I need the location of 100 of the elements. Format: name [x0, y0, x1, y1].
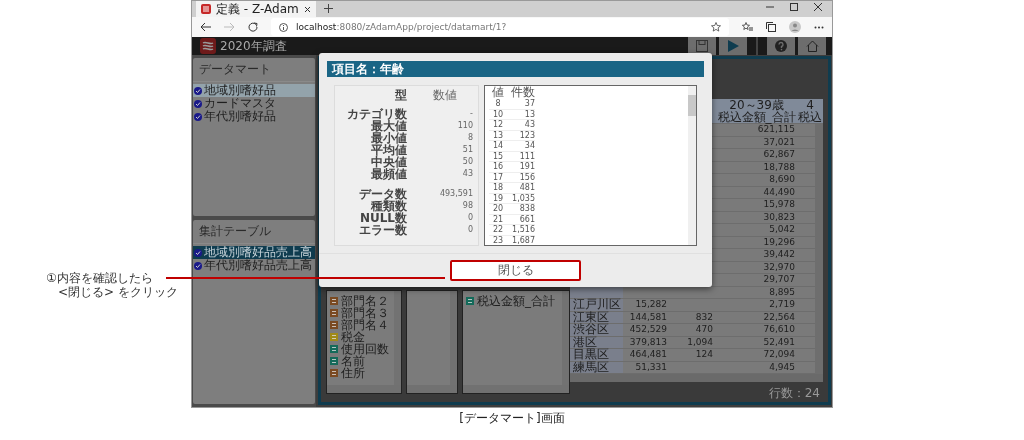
stat-label: エラー数	[358, 224, 407, 236]
tab-title: 定義 - Z-Adam	[216, 2, 299, 16]
field-item[interactable]: 部門名３	[327, 307, 394, 319]
table-cell: 37	[507, 99, 535, 110]
table-cell: 20	[489, 204, 507, 215]
field-item[interactable]: 名前	[327, 355, 394, 367]
table-cell: 123	[507, 130, 535, 141]
scrollbar[interactable]	[570, 374, 823, 382]
minimize-icon[interactable]	[766, 3, 774, 11]
scrollbar[interactable]	[327, 385, 401, 393]
profile-icon[interactable]	[789, 21, 801, 33]
table-cell: 470	[695, 324, 713, 334]
table-cell: 464,481	[629, 349, 667, 359]
table-cell: 76,610	[763, 324, 795, 334]
table-cell: 江東区	[573, 309, 609, 324]
star-icon[interactable]	[711, 22, 721, 32]
table-cell: 13	[489, 130, 507, 141]
table-cell: 10	[489, 109, 507, 120]
save-button[interactable]	[688, 37, 716, 55]
maximize-icon[interactable]	[790, 3, 798, 11]
stat-label: 最頻値	[370, 168, 407, 180]
scrollbar[interactable]	[688, 86, 696, 245]
forward-arrow-icon[interactable]	[224, 22, 235, 32]
stat-value: 51	[461, 144, 473, 156]
scrollbar[interactable]	[450, 291, 457, 385]
back-arrow-icon[interactable]	[200, 22, 211, 32]
field-item[interactable]: 税込金額_合計	[463, 295, 562, 307]
column-header: 値	[491, 86, 505, 99]
table-cell: 8,895	[769, 286, 795, 297]
field-item[interactable]: 住所	[327, 367, 394, 379]
field-type-icon	[466, 297, 474, 305]
table-cell: 661	[507, 214, 535, 225]
panel-title: 集計テーブル	[193, 220, 315, 244]
table-cell: 124	[695, 349, 713, 359]
table-cell: 32,970	[763, 261, 795, 272]
table-cell: 5,042	[769, 224, 795, 234]
table-cell: 37,021	[763, 136, 795, 147]
sidebar-item[interactable]: 地域別嗜好品売上高	[193, 246, 315, 259]
dialog-title: 項目名：年齢	[327, 61, 704, 77]
table-cell: 2,719	[769, 299, 795, 309]
favorites-icon[interactable]	[742, 22, 753, 32]
field-type-icon	[330, 333, 338, 341]
field-item[interactable]: 部門名２	[327, 295, 394, 307]
sidebar-item[interactable]: 地域別嗜好品	[193, 84, 315, 97]
field-type-icon	[330, 321, 338, 329]
table-cell: 4,945	[769, 361, 795, 372]
app-logo-icon	[200, 38, 216, 54]
field-type-icon	[330, 345, 338, 353]
stat-value: 493,591	[438, 188, 473, 200]
table-cell: 156	[507, 172, 535, 183]
app-logo-icon	[201, 4, 211, 14]
address-field[interactable]: localhost:8080/zAdamApp/project/datamart/1?	[271, 18, 729, 36]
table-cell: 43	[507, 120, 535, 131]
scrollbar[interactable]	[407, 385, 457, 393]
check-circle-icon	[194, 261, 202, 270]
stat-label: 最小値	[370, 132, 407, 144]
close-icon[interactable]	[304, 5, 311, 13]
table-cell: 13	[507, 109, 535, 120]
close-icon[interactable]	[814, 3, 822, 11]
table-cell: 1,094	[687, 336, 713, 347]
sidebar-item[interactable]: カードマスタ	[193, 97, 315, 110]
sidebar-item[interactable]: 年代別嗜好品	[193, 110, 315, 123]
scrollbar[interactable]	[463, 385, 569, 393]
stat-label: 種類数	[371, 200, 407, 212]
table-cell: 16	[489, 162, 507, 173]
browser-tab[interactable]: 定義 - Z-Adam	[196, 1, 316, 17]
table-cell: 62,867	[763, 149, 795, 159]
callout-text: ①内容を確認したら <閉じる> をクリック	[46, 271, 178, 299]
column-header[interactable]: 4 税込	[797, 99, 823, 123]
field-item[interactable]: 部門名４	[327, 319, 394, 331]
reload-icon[interactable]	[248, 22, 258, 32]
field-item[interactable]: 税金	[327, 331, 394, 343]
scrollbar[interactable]	[815, 124, 823, 374]
app-title: 2020年調査	[220, 37, 287, 55]
column-header[interactable]: 20～39歳 税込金額_合計	[715, 99, 798, 123]
table-cell: 17	[489, 172, 507, 183]
stat-value: 0	[466, 212, 473, 224]
home-button[interactable]	[798, 37, 826, 55]
table-cell: 23	[489, 235, 507, 245]
table-cell: 29,707	[763, 274, 795, 284]
stat-label: カテゴリ数	[346, 108, 407, 120]
field-item[interactable]: 使用回数	[327, 343, 394, 355]
sidebar-item[interactable]: 年代別嗜好品売上高	[193, 259, 315, 272]
more-icon[interactable]	[814, 25, 824, 29]
stat-value: -	[469, 108, 473, 120]
scrollbar[interactable]	[562, 291, 569, 385]
close-button[interactable]: 閉じる	[450, 260, 581, 281]
table-cell: 8,690	[769, 174, 795, 184]
column-header: 件数	[510, 86, 535, 99]
table-cell: 12	[489, 120, 507, 131]
stat-value: 50	[461, 156, 473, 168]
stat-value: 0	[466, 224, 473, 236]
plus-icon[interactable]	[324, 4, 333, 13]
panel-title: データマート	[193, 58, 315, 82]
help-button[interactable]	[767, 37, 795, 55]
table-cell: 39,442	[763, 249, 795, 259]
info-icon	[279, 22, 288, 32]
collections-icon[interactable]	[766, 22, 776, 32]
check-circle-icon	[194, 86, 202, 95]
scrollbar[interactable]	[394, 291, 401, 385]
